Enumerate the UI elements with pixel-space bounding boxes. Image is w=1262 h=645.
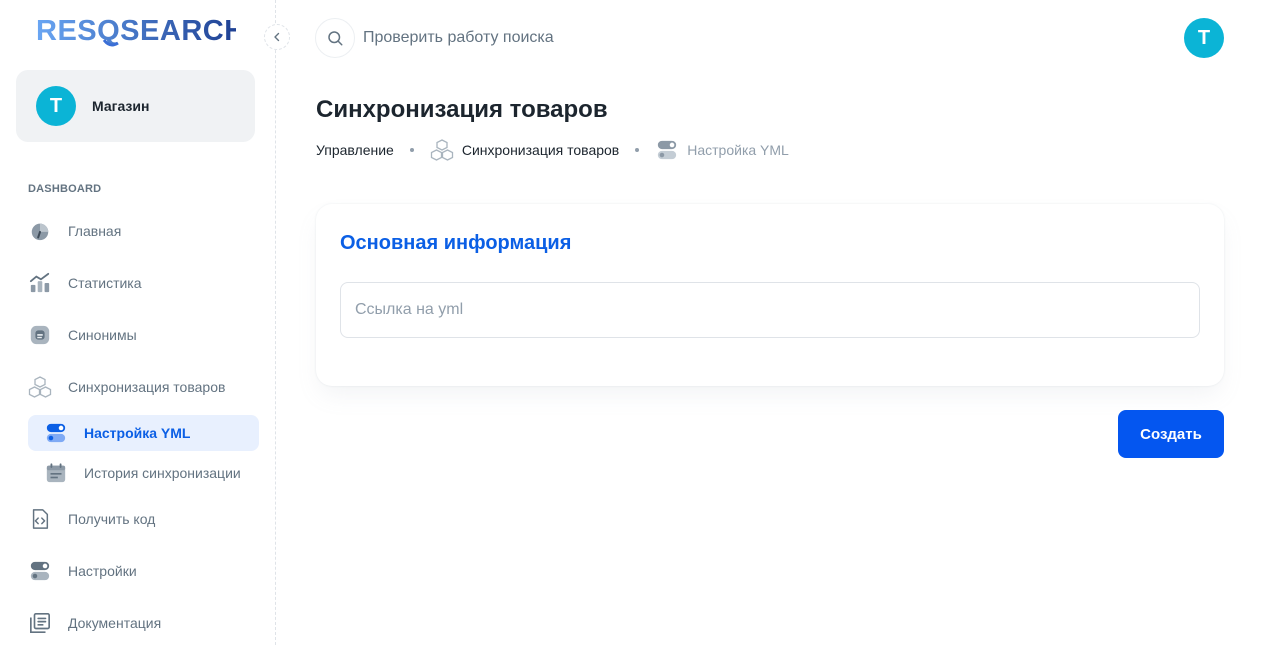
search-icon — [328, 31, 343, 46]
analytics-chart-icon — [28, 271, 52, 295]
sidebar-item-label: Настройка YML — [84, 425, 191, 441]
toggle-settings-icon — [44, 421, 68, 445]
sidebar: RESQSEARCH T Магазин DASHBOARD Главная С… — [0, 0, 276, 645]
brand-logo-icon: RESQSEARCH — [36, 15, 245, 47]
sidebar-section-title: DASHBOARD — [28, 183, 102, 195]
toggle-settings-icon — [655, 138, 679, 162]
account-card[interactable]: T Магазин — [16, 70, 255, 142]
account-name: Магазин — [92, 98, 150, 114]
breadcrumb: Управление Синхронизация товаров Настрой… — [316, 137, 789, 163]
boxes-icon — [28, 375, 52, 399]
sidebar-item-label: Синонимы — [68, 327, 137, 343]
sidebar-item-documentation[interactable]: Документация — [16, 601, 260, 645]
code-file-icon — [28, 507, 52, 531]
create-button[interactable]: Создать — [1118, 410, 1224, 458]
sidebar-item-home[interactable]: Главная — [16, 209, 260, 253]
sidebar-item-settings[interactable]: Настройки — [16, 549, 260, 593]
user-avatar[interactable]: T — [1184, 18, 1224, 58]
main-info-card: Основная информация — [316, 204, 1224, 386]
yml-link-input[interactable] — [340, 282, 1200, 338]
sidebar-item-label: Статистика — [68, 275, 142, 291]
account-avatar: T — [36, 86, 76, 126]
svg-text:RESQSEARCH: RESQSEARCH — [36, 15, 236, 47]
sidebar-item-statistics[interactable]: Статистика — [16, 261, 260, 305]
sidebar-item-yml-settings[interactable]: Настройка YML — [28, 415, 259, 451]
brand-logo[interactable]: RESQSEARCH — [36, 12, 245, 48]
calendar-icon — [44, 461, 68, 485]
dashboard-gauge-icon — [28, 219, 52, 243]
toggle-settings-icon — [28, 559, 52, 583]
sidebar-item-sync-history[interactable]: История синхронизации — [28, 455, 259, 491]
sidebar-item-label: Главная — [68, 223, 122, 239]
sidebar-item-label: Настройки — [68, 563, 137, 579]
sidebar-item-products-sync[interactable]: Синхронизация товаров — [16, 365, 260, 409]
docs-icon — [28, 611, 52, 635]
blog-icon — [28, 323, 52, 347]
sidebar-item-get-code[interactable]: Получить код — [16, 497, 260, 541]
breadcrumb-separator — [635, 148, 640, 152]
search-button[interactable] — [315, 18, 355, 58]
card-title: Основная информация — [340, 232, 572, 254]
breadcrumb-item-products-sync[interactable]: Синхронизация товаров — [430, 138, 619, 162]
page-title: Синхронизация товаров — [316, 96, 608, 123]
sidebar-item-synonyms[interactable]: Синонимы — [16, 313, 260, 357]
breadcrumb-separator — [409, 148, 414, 152]
breadcrumb-label: Настройка YML — [687, 142, 789, 158]
sidebar-item-label: Документация — [68, 615, 162, 631]
breadcrumb-item-yml-settings: Настройка YML — [655, 138, 789, 162]
breadcrumb-label: Синхронизация товаров — [461, 142, 620, 158]
sidebar-item-label: Получить код — [68, 511, 156, 527]
sidebar-item-label: Синхронизация товаров — [68, 379, 226, 395]
search-prompt-text[interactable]: Проверить работу поиска — [363, 29, 554, 47]
boxes-icon — [430, 138, 454, 162]
chevron-left-icon — [274, 32, 280, 42]
sidebar-item-label: История синхронизации — [84, 465, 241, 481]
sidebar-collapse-button[interactable] — [264, 24, 290, 50]
breadcrumb-label: Управление — [316, 142, 394, 158]
breadcrumb-item-management[interactable]: Управление — [316, 142, 394, 158]
